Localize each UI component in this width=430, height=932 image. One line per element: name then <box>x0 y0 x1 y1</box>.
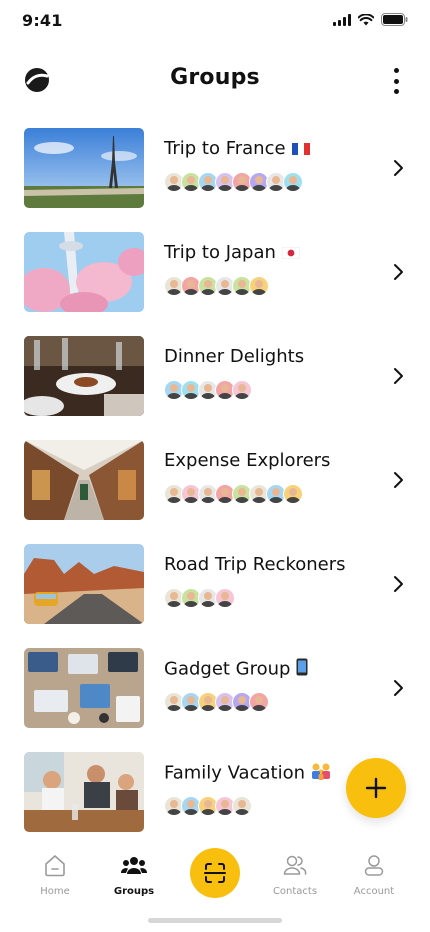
group-thumbnail <box>24 128 144 208</box>
group-name: Family Vacation <box>164 762 331 785</box>
avatar <box>232 796 252 816</box>
chevron-right-icon <box>394 160 403 176</box>
group-name: Expense Explorers <box>164 450 331 471</box>
signal-icon <box>333 13 351 26</box>
scan-button[interactable] <box>190 848 240 898</box>
home-icon <box>45 855 65 877</box>
chevron-right-icon <box>394 368 403 384</box>
chevron-right-icon <box>394 264 403 280</box>
more-dot-icon <box>393 89 399 94</box>
group-thumbnail <box>24 648 144 728</box>
more-dot-icon <box>393 68 399 73</box>
group-thumbnail <box>24 232 144 312</box>
avatar <box>249 276 269 296</box>
tab-label: Groups <box>113 886 155 897</box>
account-icon <box>364 855 384 876</box>
group-name: Road Trip Reckoners <box>164 554 346 575</box>
member-avatars <box>164 276 269 296</box>
tab-label: Account <box>353 886 395 897</box>
group-name: Trip to Japan <box>164 242 301 264</box>
group-row-expense-explorers[interactable]: Expense Explorers <box>24 440 406 520</box>
avatar <box>215 588 235 608</box>
tab-account[interactable]: Account <box>334 852 414 897</box>
member-avatars <box>164 380 252 400</box>
more-options-button[interactable] <box>388 68 404 94</box>
chevron-right-icon <box>394 680 403 696</box>
tab-home[interactable]: Home <box>15 852 95 897</box>
group-row-gadget-group[interactable]: Gadget Group <box>24 648 406 728</box>
group-name: Dinner Delights <box>164 346 305 367</box>
groups-list: Trip to France Trip to Japan Dinner Deli… <box>0 116 430 832</box>
member-avatars <box>164 692 269 712</box>
avatar <box>232 380 252 400</box>
more-dot-icon <box>393 78 399 84</box>
group-row-road-trip-reckoners[interactable]: Road Trip Reckoners <box>24 544 406 624</box>
tab-label: Home <box>40 886 70 897</box>
app-header: Groups <box>0 56 430 104</box>
groups-icon <box>121 857 147 874</box>
group-name: Trip to France <box>164 138 310 160</box>
chevron-right-icon <box>394 576 403 592</box>
tab-groups[interactable]: Groups <box>94 852 174 897</box>
group-thumbnail <box>24 336 144 416</box>
group-thumbnail <box>24 544 144 624</box>
battery-icon <box>381 13 408 26</box>
tab-contacts[interactable]: Contacts <box>255 852 335 897</box>
plus-icon <box>365 777 387 799</box>
contacts-icon <box>283 855 307 875</box>
avatar <box>249 692 269 712</box>
status-time: 9:41 <box>22 11 63 30</box>
group-thumbnail <box>24 752 144 832</box>
add-group-button[interactable] <box>346 758 406 818</box>
member-avatars <box>164 484 303 504</box>
chevron-right-icon <box>394 472 403 488</box>
japan-flag-icon <box>281 243 301 264</box>
scan-icon <box>204 863 226 883</box>
family-icon <box>311 762 331 785</box>
wifi-icon <box>358 13 374 25</box>
member-avatars <box>164 588 235 608</box>
group-row-trip-to-japan[interactable]: Trip to Japan <box>24 232 406 312</box>
tab-label: Contacts <box>272 886 318 897</box>
group-row-dinner-delights[interactable]: Dinner Delights <box>24 336 406 416</box>
page-title: Groups <box>170 65 260 90</box>
group-thumbnail <box>24 440 144 520</box>
home-indicator <box>148 918 282 923</box>
avatar <box>283 172 303 192</box>
group-row-trip-to-france[interactable]: Trip to France <box>24 128 406 208</box>
status-bar: 9:41 <box>0 0 430 44</box>
france-flag-icon <box>291 139 310 160</box>
mobile-phone-icon <box>296 658 308 681</box>
group-name: Gadget Group <box>164 658 308 681</box>
member-avatars <box>164 172 303 192</box>
avatar <box>283 484 303 504</box>
member-avatars <box>164 796 252 816</box>
